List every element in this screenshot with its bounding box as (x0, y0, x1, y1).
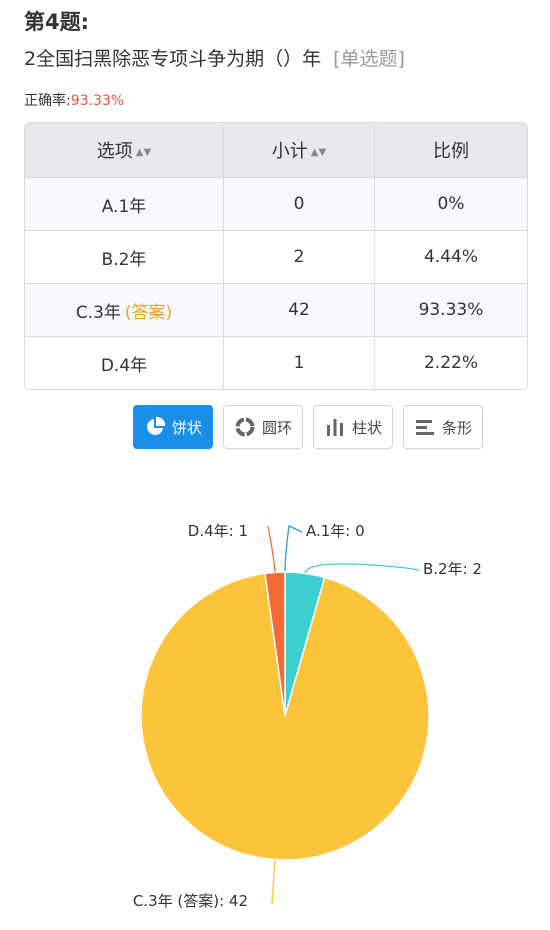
accuracy-line: 正确率:93.33% (24, 90, 124, 110)
option-cell: C.3年 (答案) (25, 284, 224, 337)
tab-bar[interactable]: 柱状 (313, 405, 394, 449)
leader-line-0 (284, 525, 303, 573)
question-type: [单选题] (333, 48, 405, 70)
slice-label-3: D.4年: 1 (188, 522, 248, 540)
pie-chart: A.1年: 0 B.2年: 2 C.3年 (答案): 42 D.4年: 1 (133, 522, 482, 910)
accuracy-value: 93.33% (70, 93, 125, 109)
horizontal-bar-icon (414, 416, 436, 438)
leader-line-1 (304, 563, 420, 574)
question-text: 2全国扫黑除恶专项斗争为期（）年 [单选题] (24, 44, 405, 71)
stats-table: 选项 ▲▼ 小计 ▲▼ 比例 A.1年 0 0% B.2年 2 4.44% C.3年… (24, 122, 528, 390)
chart-type-tabs: 饼状 圆环 柱状 条形 (133, 405, 484, 449)
question-number: 第4题: (24, 10, 90, 34)
option-cell: B.2年 (25, 231, 224, 284)
ratio-cell: 0% (375, 178, 527, 231)
ratio-cell: 93.33% (375, 284, 527, 337)
ratio-cell: 2.22% (375, 337, 527, 389)
bar-icon (324, 416, 346, 438)
answer-tag: (答案) (124, 302, 173, 323)
tab-horizontal-bar[interactable]: 条形 (403, 405, 484, 449)
slice-label-2: C.3年 (答案): 42 (133, 892, 248, 910)
leader-line-2 (271, 859, 276, 905)
leader-line-3 (267, 525, 276, 573)
table-row: D.4年 1 2.22% (25, 337, 527, 389)
count-cell: 2 (224, 231, 375, 284)
tab-donut[interactable]: 圆环 (223, 405, 304, 449)
pie-icon (144, 416, 166, 438)
accuracy-label: 正确率: (24, 93, 71, 109)
sort-icon[interactable]: ▲▼ (136, 147, 151, 158)
table-row: C.3年 (答案) 42 93.33% (25, 284, 527, 337)
slice-label-0: A.1年: 0 (306, 522, 365, 540)
question-stem: 2全国扫黑除恶专项斗争为期（）年 (24, 48, 322, 70)
option-cell: D.4年 (25, 337, 224, 389)
count-cell: 42 (224, 284, 375, 337)
table-row: B.2年 2 4.44% (25, 231, 527, 284)
count-cell: 0 (224, 178, 375, 231)
slice-label-1: B.2年: 2 (423, 560, 482, 578)
ratio-cell: 4.44% (375, 231, 527, 284)
table-header-row: 选项 ▲▼ 小计 ▲▼ 比例 (25, 123, 527, 178)
option-column-header[interactable]: 选项 ▲▼ (25, 123, 224, 178)
table-row: A.1年 0 0% (25, 178, 527, 231)
tab-pie[interactable]: 饼状 (133, 405, 214, 449)
donut-icon (234, 416, 256, 438)
option-cell: A.1年 (25, 178, 224, 231)
sort-icon[interactable]: ▲▼ (311, 147, 326, 158)
ratio-column-header: 比例 (375, 123, 527, 178)
count-cell: 1 (224, 337, 375, 389)
count-column-header[interactable]: 小计 ▲▼ (224, 123, 375, 178)
